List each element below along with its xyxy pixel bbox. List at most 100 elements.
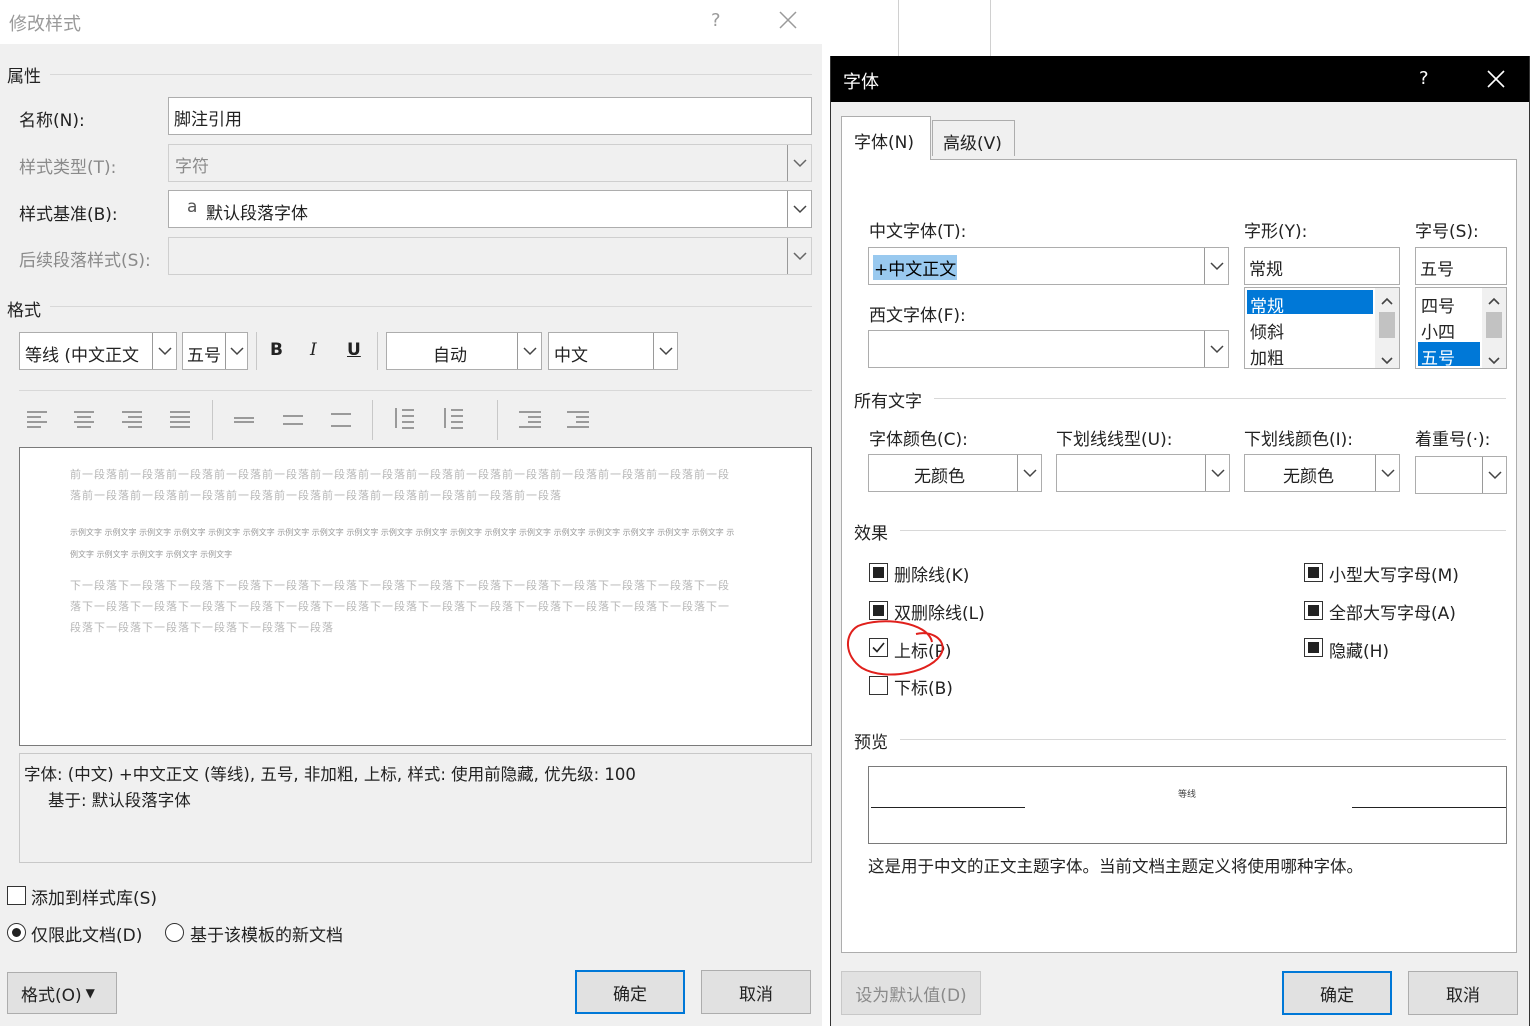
emphasis-select[interactable] <box>1415 456 1507 494</box>
scrollbar[interactable] <box>1482 288 1506 368</box>
next-para-select <box>168 237 812 275</box>
effects-header: 效果 <box>854 524 888 544</box>
chevron-up-icon[interactable] <box>1488 290 1500 310</box>
dialog-title: 修改样式 <box>9 14 81 35</box>
only-this-doc-label: 仅限此文档(D) <box>31 926 143 946</box>
font-select[interactable]: 等线 (中文正文 <box>19 332 177 370</box>
strikethrough-checkbox[interactable] <box>869 563 888 582</box>
underline-color-label: 下划线颜色(I): <box>1244 430 1354 450</box>
chevron-down-icon[interactable] <box>517 333 541 369</box>
chevron-down-icon[interactable] <box>1482 457 1506 493</box>
list-item[interactable]: 倾斜 <box>1250 318 1284 343</box>
chevron-down-icon[interactable] <box>1488 350 1500 370</box>
increase-indent-icon[interactable] <box>564 408 590 430</box>
align-right-icon[interactable] <box>119 408 145 430</box>
cancel-button[interactable]: 取消 <box>1408 971 1518 1015</box>
add-to-gallery-checkbox[interactable] <box>7 886 26 905</box>
list-item[interactable]: 常规 <box>1247 290 1373 317</box>
chevron-down-icon[interactable] <box>1205 455 1229 491</box>
caret-down-icon: ▼ <box>85 986 95 1000</box>
tab-font[interactable]: 字体(N) <box>841 116 931 160</box>
style-based-label: 样式基准(B): <box>19 205 118 225</box>
color-value: 自动 <box>433 346 467 366</box>
title-bar: 字体 ? <box>831 56 1529 102</box>
italic-button[interactable]: I <box>310 340 317 360</box>
western-font-label: 西文字体(F): <box>869 306 966 326</box>
preview-header: 预览 <box>854 733 888 753</box>
style-input[interactable]: 常规 <box>1244 247 1400 285</box>
decrease-indent-icon[interactable] <box>516 408 542 430</box>
chevron-down-icon[interactable] <box>225 333 247 369</box>
format-menu-button[interactable]: 格式(O) ▼ <box>7 972 117 1014</box>
western-font-select[interactable] <box>868 330 1229 368</box>
only-this-doc-radio[interactable] <box>7 923 26 942</box>
chevron-down-icon <box>787 145 811 181</box>
list-item[interactable]: 四号 <box>1421 292 1455 317</box>
space-after-icon[interactable] <box>439 406 465 429</box>
underline-type-label: 下划线线型(U): <box>1056 430 1173 450</box>
format-header: 格式 <box>7 301 41 321</box>
all-text-header: 所有文字 <box>854 392 922 412</box>
one-half-spacing-icon[interactable] <box>280 408 306 430</box>
size-select[interactable]: 五号 <box>182 332 248 370</box>
align-center-icon[interactable] <box>71 408 97 430</box>
new-docs-template-radio[interactable] <box>165 923 184 942</box>
size-input[interactable]: 五号 <box>1415 247 1507 285</box>
chevron-down-icon[interactable] <box>1204 331 1228 367</box>
all-caps-checkbox[interactable] <box>1304 601 1323 620</box>
space-before-icon[interactable] <box>390 406 416 429</box>
help-icon[interactable]: ? <box>711 10 721 31</box>
chevron-down-icon[interactable] <box>1204 248 1228 284</box>
annotation-circle <box>847 620 944 676</box>
set-default-button[interactable]: 设为默认值(D) <box>841 971 981 1015</box>
style-type-value: 字符 <box>175 157 209 177</box>
underline-button[interactable]: U <box>347 340 361 360</box>
tab-advanced[interactable]: 高级(V) <box>932 120 1015 156</box>
name-input[interactable]: 脚注引用 <box>168 97 812 135</box>
hidden-checkbox[interactable] <box>1304 638 1323 657</box>
preview-sample: 等线 <box>1178 790 1197 800</box>
style-type-label: 样式类型(T): <box>19 158 117 178</box>
close-icon[interactable] <box>1486 69 1506 94</box>
font-dialog: 字体 ? 字体(N) 高级(V) 中文字体(T): 字形(Y): 字号(S): … <box>830 56 1530 1026</box>
ok-button[interactable]: 确定 <box>575 970 685 1014</box>
preview-note: 这是用于中文的正文主题字体。当前文档主题定义将使用哪种字体。 <box>868 857 1363 876</box>
add-to-gallery-label: 添加到样式库(S) <box>31 889 158 909</box>
chevron-down-icon[interactable] <box>653 333 677 369</box>
ok-button[interactable]: 确定 <box>1282 971 1392 1015</box>
language-select[interactable]: 中文 <box>548 332 678 370</box>
chevron-down-icon <box>787 238 811 274</box>
color-select[interactable]: 自动 <box>386 332 542 370</box>
font-color-select[interactable]: 无颜色 <box>868 454 1042 492</box>
cn-font-select[interactable]: +中文正文 <box>868 247 1229 285</box>
underline-type-select[interactable] <box>1056 454 1230 492</box>
single-spacing-icon[interactable] <box>231 408 257 430</box>
size-list[interactable]: 四号 小四 五号 <box>1415 287 1507 369</box>
properties-header: 属性 <box>7 67 41 87</box>
chevron-down-icon[interactable] <box>787 191 811 227</box>
style-list[interactable]: 常规 倾斜 加粗 <box>1244 287 1400 369</box>
underline-color-select[interactable]: 无颜色 <box>1244 454 1400 492</box>
chevron-down-icon[interactable] <box>1375 455 1399 491</box>
scrollbar[interactable] <box>1375 288 1399 368</box>
bold-button[interactable]: B <box>270 340 283 360</box>
new-docs-template-label: 基于该模板的新文档 <box>190 926 343 946</box>
cancel-button[interactable]: 取消 <box>701 970 811 1014</box>
list-item[interactable]: 加粗 <box>1250 344 1284 369</box>
chevron-down-icon[interactable] <box>1017 455 1041 491</box>
list-item[interactable]: 五号 <box>1418 342 1480 369</box>
close-icon[interactable] <box>778 10 798 35</box>
font-preview: 等线 <box>868 766 1507 844</box>
list-item[interactable]: 小四 <box>1421 318 1455 343</box>
justify-icon[interactable] <box>167 408 193 430</box>
chevron-up-icon[interactable] <box>1381 290 1393 310</box>
hidden-label: 隐藏(H) <box>1329 642 1390 662</box>
cn-font-value: +中文正文 <box>873 255 958 280</box>
chevron-down-icon[interactable] <box>1381 350 1393 370</box>
small-caps-checkbox[interactable] <box>1304 563 1323 582</box>
style-based-select[interactable]: a 默认段落字体 <box>168 190 812 228</box>
help-icon[interactable]: ? <box>1419 68 1429 89</box>
double-spacing-icon[interactable] <box>328 408 354 430</box>
chevron-down-icon[interactable] <box>152 333 176 369</box>
align-left-icon[interactable] <box>24 408 50 430</box>
